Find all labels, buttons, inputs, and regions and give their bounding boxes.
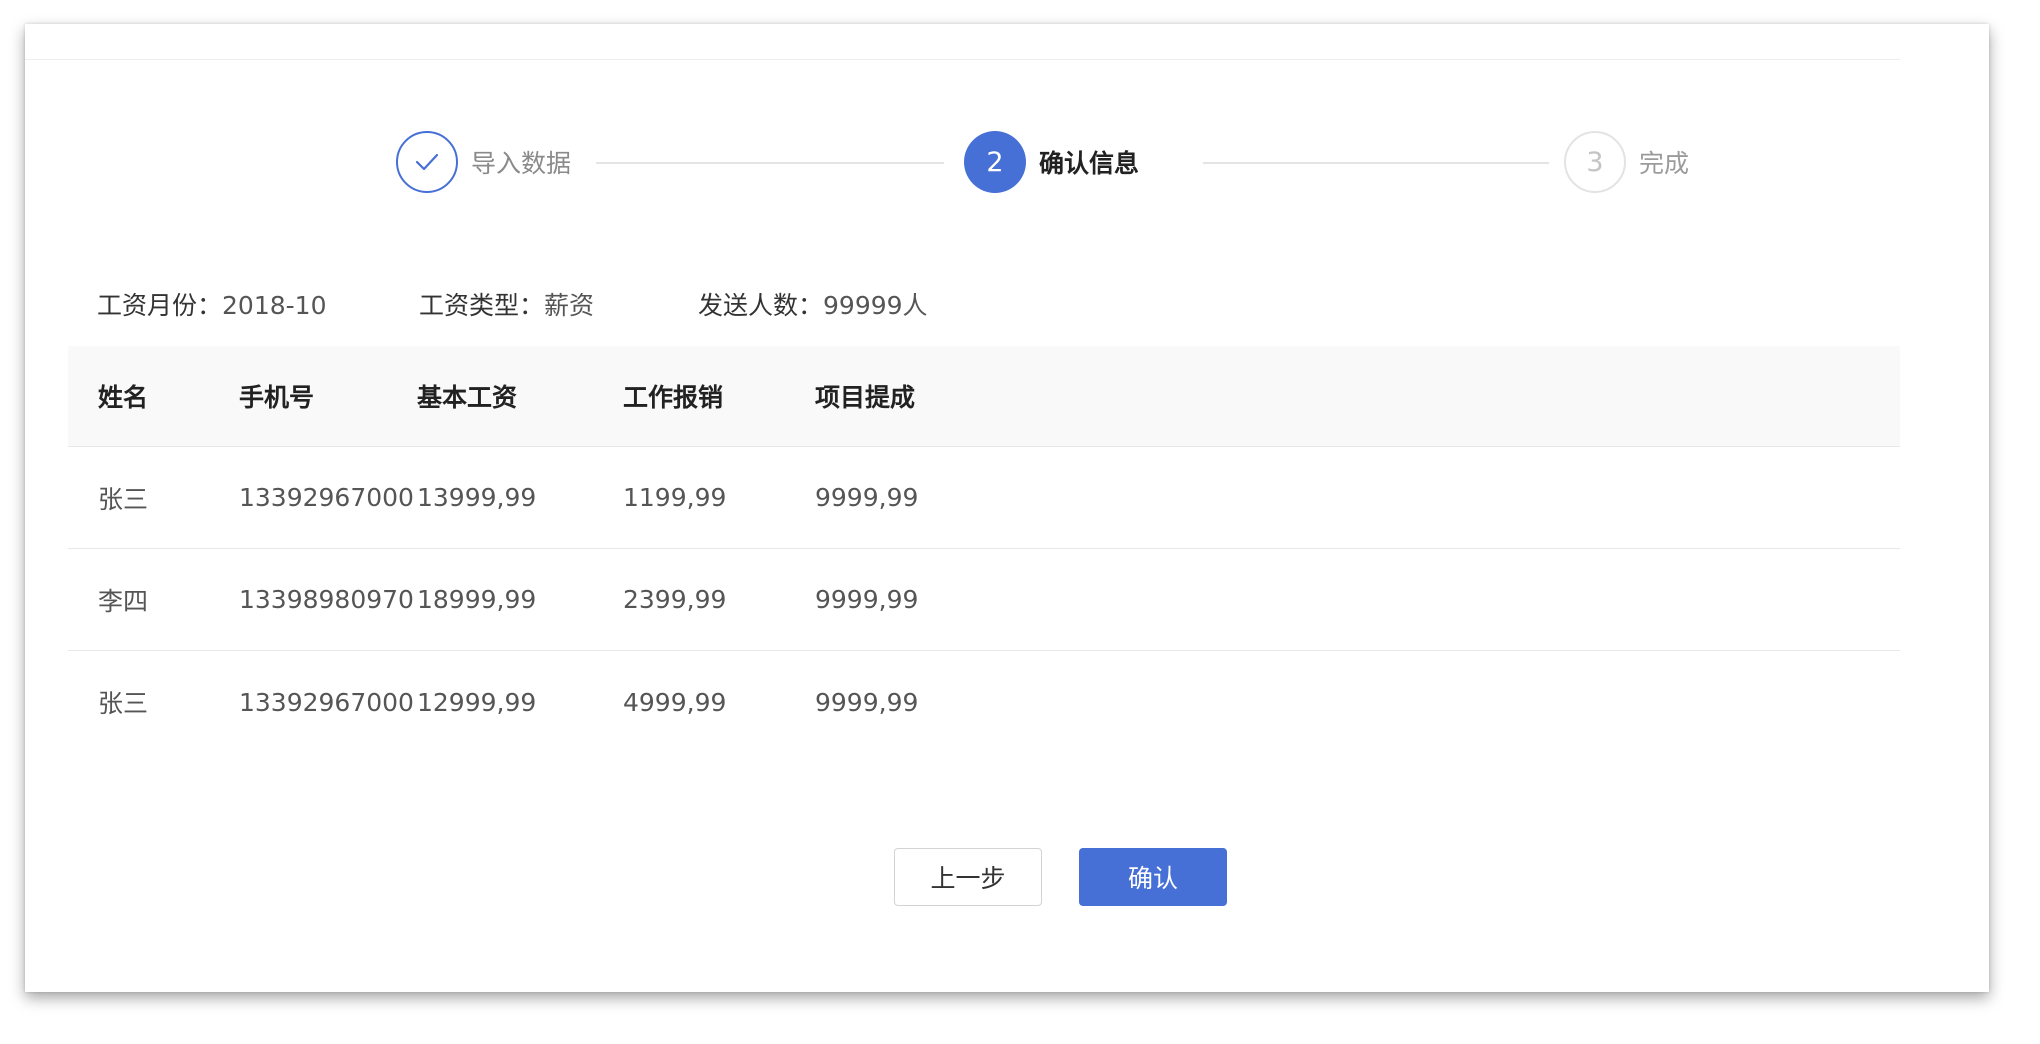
cell-base-salary: 12999,99 bbox=[417, 687, 537, 717]
step-1-label: 导入数据 bbox=[471, 149, 572, 178]
step-indicator: 导入数据 2 确认信息 3 完成 bbox=[396, 131, 1756, 193]
header-phone: 手机号 bbox=[239, 383, 315, 412]
screen: 导入数据 2 确认信息 3 完成 工资月份：2018-10 工资类型：薪资 发送… bbox=[0, 0, 2040, 1044]
cell-base-salary: 18999,99 bbox=[417, 585, 537, 614]
cell-work-reimbursement: 2399,99 bbox=[623, 585, 727, 614]
step-3-label: 完成 bbox=[1639, 149, 1690, 178]
salary-month-value: 2018-10 bbox=[222, 291, 327, 320]
table-row: 张三 13392967000 13999,99 1199,99 9999,99 bbox=[68, 447, 1900, 549]
check-icon bbox=[415, 153, 439, 171]
cell-work-reimbursement: 1199,99 bbox=[623, 483, 727, 512]
salary-month: 工资月份：2018-10 bbox=[97, 286, 326, 322]
recipient-count: 发送人数：99999人 bbox=[698, 286, 928, 322]
previous-step-button[interactable]: 上一步 bbox=[894, 848, 1042, 906]
cell-name: 张三 bbox=[98, 484, 149, 514]
step-1-circle bbox=[396, 131, 458, 193]
cell-project-commission: 9999,99 bbox=[815, 687, 919, 717]
import-wizard-card: 导入数据 2 确认信息 3 完成 工资月份：2018-10 工资类型：薪资 发送… bbox=[25, 24, 1989, 992]
cell-project-commission: 9999,99 bbox=[815, 585, 919, 614]
recipient-count-value: 99999人 bbox=[823, 291, 928, 320]
recipient-count-label: 发送人数： bbox=[698, 291, 824, 320]
salary-type: 工资类型：薪资 bbox=[419, 286, 594, 322]
cell-project-commission: 9999,99 bbox=[815, 483, 919, 512]
salary-type-value: 薪资 bbox=[544, 291, 595, 320]
header-project-commission: 项目提成 bbox=[815, 383, 916, 412]
cell-phone: 13392967000 bbox=[239, 687, 414, 717]
cell-base-salary: 13999,99 bbox=[417, 483, 537, 512]
cell-work-reimbursement: 4999,99 bbox=[623, 687, 727, 717]
salary-table: 姓名 手机号 基本工资 工作报销 项目提成 张三 13392967000 139… bbox=[68, 346, 1900, 753]
cell-phone: 13392967000 bbox=[239, 483, 414, 512]
header-name: 姓名 bbox=[98, 383, 149, 412]
table-row: 李四 13398980970 18999,99 2399,99 9999,99 bbox=[68, 549, 1900, 651]
step-2-circle: 2 bbox=[964, 131, 1026, 193]
cell-name: 李四 bbox=[98, 586, 149, 616]
salary-month-label: 工资月份： bbox=[97, 291, 223, 320]
top-divider bbox=[25, 59, 1900, 60]
table-row: 张三 13392967000 12999,99 4999,99 9999,99 bbox=[68, 651, 1900, 753]
cell-name: 张三 bbox=[98, 689, 149, 718]
header-work-reimbursement: 工作报销 bbox=[623, 383, 724, 412]
step-2-label: 确认信息 bbox=[1039, 149, 1140, 178]
confirm-button[interactable]: 确认 bbox=[1079, 848, 1227, 906]
step-import-data: 导入数据 bbox=[396, 131, 571, 193]
step-connector-2 bbox=[1203, 162, 1549, 164]
step-connector-1 bbox=[596, 162, 944, 164]
header-base-salary: 基本工资 bbox=[417, 383, 518, 412]
table-header: 姓名 手机号 基本工资 工作报销 项目提成 bbox=[68, 346, 1900, 447]
step-3-circle: 3 bbox=[1564, 131, 1626, 193]
step-complete: 3 完成 bbox=[1564, 131, 1689, 193]
cell-phone: 13398980970 bbox=[239, 585, 414, 614]
step-confirm-info: 2 确认信息 bbox=[964, 131, 1139, 193]
salary-type-label: 工资类型： bbox=[419, 291, 545, 320]
